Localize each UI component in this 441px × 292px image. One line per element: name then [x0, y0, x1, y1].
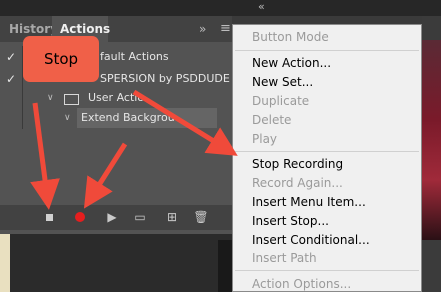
stop-callout-label: Stop	[43, 50, 79, 68]
arrow-to-stop	[30, 102, 60, 210]
arrow-to-record	[83, 142, 128, 209]
arrow-to-stop-recording	[132, 89, 238, 156]
